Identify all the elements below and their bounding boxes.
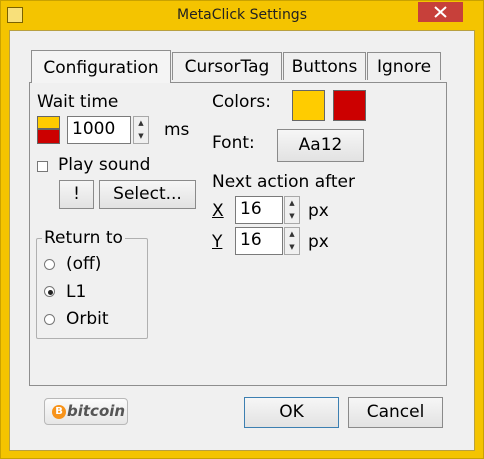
radio-orbit-label: Orbit	[66, 309, 109, 329]
spin-down-icon: ▼	[289, 212, 295, 220]
play-sound-label: Play sound	[58, 155, 151, 175]
radio-orbit[interactable]	[44, 314, 55, 325]
secondary-color-swatch[interactable]	[333, 90, 366, 121]
ok-button[interactable]: OK	[244, 397, 339, 428]
wait-color-bottom[interactable]	[37, 129, 60, 144]
x-input[interactable]: 16	[235, 196, 283, 224]
radio-off[interactable]	[44, 259, 55, 270]
wait-color-top[interactable]	[37, 116, 60, 129]
primary-color-swatch[interactable]	[292, 90, 325, 121]
y-input[interactable]: 16	[235, 227, 283, 255]
wait-time-label: Wait time	[37, 92, 119, 112]
wait-time-spinner[interactable]: ▲ ▼	[133, 116, 149, 144]
bitcoin-label: bitcoin	[67, 402, 126, 420]
spin-down-icon: ▼	[138, 132, 144, 140]
y-label: Y	[212, 232, 223, 252]
tab-buttons[interactable]: Buttons	[283, 52, 366, 80]
window-title: MetaClick Settings	[177, 7, 307, 23]
wait-time-input[interactable]: 1000	[67, 116, 131, 144]
font-label: Font:	[212, 133, 255, 153]
return-to-label: Return to	[42, 228, 125, 248]
test-sound-button[interactable]: !	[59, 180, 94, 209]
radio-l1-label: L1	[66, 282, 87, 302]
spin-up-icon: ▲	[289, 230, 295, 238]
bitcoin-donate-button[interactable]: B bitcoin	[44, 398, 128, 425]
x-label: X	[212, 201, 224, 221]
radio-off-label: (off)	[66, 254, 102, 274]
close-button[interactable]	[418, 2, 463, 22]
x-unit-label: px	[308, 201, 329, 221]
tab-cursortag[interactable]: CursorTag	[172, 52, 282, 80]
spin-up-icon: ▲	[138, 119, 144, 127]
x-spinner[interactable]: ▲ ▼	[284, 196, 300, 224]
next-action-label: Next action after	[212, 172, 355, 192]
tab-ignore[interactable]: Ignore	[367, 52, 441, 80]
close-icon	[434, 6, 447, 18]
select-sound-button[interactable]: Select...	[99, 180, 196, 209]
title-bar[interactable]: MetaClick Settings	[1, 1, 483, 29]
cancel-button[interactable]: Cancel	[348, 397, 443, 428]
wait-unit-label: ms	[164, 120, 190, 140]
y-unit-label: px	[308, 232, 329, 252]
spin-up-icon: ▲	[289, 199, 295, 207]
play-sound-checkbox[interactable]	[37, 161, 48, 172]
colors-label: Colors:	[212, 92, 271, 112]
font-button[interactable]: Aa12	[277, 129, 364, 162]
tab-configuration[interactable]: Configuration	[31, 50, 171, 83]
bitcoin-icon: B	[52, 405, 66, 419]
radio-l1[interactable]	[44, 286, 55, 297]
spin-down-icon: ▼	[289, 243, 295, 251]
y-spinner[interactable]: ▲ ▼	[284, 227, 300, 255]
